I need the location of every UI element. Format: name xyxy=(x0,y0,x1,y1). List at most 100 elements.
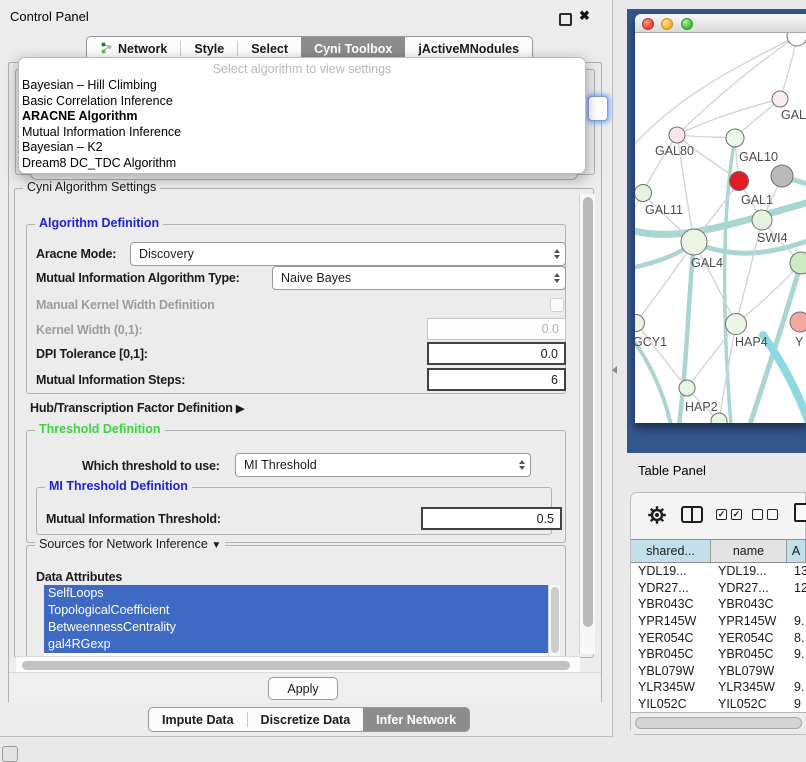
table-cell: 13 xyxy=(787,564,806,578)
hub-section-label: Hub/Transcription Factor Definition xyxy=(30,401,233,415)
document-icon[interactable] xyxy=(794,503,806,522)
node-label: HAP2 xyxy=(685,400,718,414)
network-node-hap4[interactable] xyxy=(726,314,747,335)
settings-scrollbar[interactable] xyxy=(579,194,595,654)
data-attribute-item[interactable]: TopologicalCoefficient xyxy=(44,602,548,619)
table-row[interactable]: YBL079WYBL079W xyxy=(631,663,806,680)
network-node[interactable] xyxy=(790,252,806,274)
tab-infer-network[interactable]: Infer Network xyxy=(363,708,469,731)
settings-hscrollbar[interactable] xyxy=(16,656,580,672)
network-node-y[interactable] xyxy=(790,312,806,332)
aracne-mode-value: Discovery xyxy=(139,247,194,261)
which-threshold-combo[interactable]: MI Threshold xyxy=(235,453,531,477)
divider-collapse-icon[interactable] xyxy=(612,366,617,374)
combo-arrows-icon xyxy=(554,249,565,259)
tab-impute-data[interactable]: Impute Data xyxy=(149,708,247,731)
data-attributes-list: SelfLoopsTopologicalCoefficientBetweenne… xyxy=(44,585,548,656)
table-row[interactable]: YLR345WYLR345W9. xyxy=(631,679,806,696)
close-traffic-light-icon[interactable] xyxy=(642,18,654,30)
table-hscrollbar[interactable] xyxy=(631,712,806,734)
node-label: GAL80 xyxy=(655,144,694,158)
minimize-traffic-light-icon[interactable] xyxy=(661,18,673,30)
table-cell: YPR145W xyxy=(631,614,711,628)
mi-threshold-label: Mutual Information Threshold: xyxy=(46,512,221,526)
algorithm-option-bayesian-hill-climbing[interactable]: Bayesian – Hill Climbing xyxy=(19,78,585,94)
mi-type-combo[interactable]: Naive Bayes xyxy=(272,266,566,290)
table-cell: YER054C xyxy=(711,631,787,645)
data-attribute-item[interactable]: gal4RGexp xyxy=(44,636,548,653)
network-node-gal11[interactable] xyxy=(635,185,652,202)
table-hscrollbar-thumb[interactable] xyxy=(635,717,802,729)
tab-label: Cyni Toolbox xyxy=(314,42,392,56)
table-row[interactable]: YBR043CYBR043C xyxy=(631,596,806,613)
network-node-gal[interactable] xyxy=(772,91,788,107)
apply-button[interactable]: Apply xyxy=(268,677,338,700)
table-row[interactable]: YDL19...YDL19...13 xyxy=(631,563,806,580)
column-header-shared[interactable]: shared... xyxy=(631,540,711,562)
table-row[interactable]: YDR27...YDR27...12 xyxy=(631,580,806,597)
float-window-icon[interactable] xyxy=(559,13,572,26)
split-columns-icon[interactable] xyxy=(681,506,703,523)
node-label: GAL4 xyxy=(691,256,723,270)
sources-group-title[interactable]: Sources for Network Inference ▼ xyxy=(35,537,225,551)
network-node-hap2[interactable] xyxy=(679,380,695,396)
network-node[interactable] xyxy=(787,33,806,46)
algorithm-option-dream8-dc-tdc-algorithm[interactable]: Dream8 DC_TDC Algorithm xyxy=(19,156,585,172)
table-cell: 12 xyxy=(787,581,806,595)
table-cell: YDR27... xyxy=(631,581,711,595)
node-label: GAL xyxy=(781,108,806,122)
algorithm-option-bayesian-k2[interactable]: Bayesian – K2 xyxy=(19,140,585,156)
network-node-gal10[interactable] xyxy=(726,129,744,147)
table-row[interactable]: YPR145WYPR145W9. xyxy=(631,613,806,630)
settings-scrollbar-thumb[interactable] xyxy=(583,197,593,627)
which-threshold-label: Which threshold to use: xyxy=(82,459,220,473)
table-cell: 9. xyxy=(787,614,806,628)
column-header-a[interactable]: A xyxy=(787,540,806,562)
mi-threshold-field[interactable]: 0.5 xyxy=(421,507,562,530)
table-row[interactable]: YIL052CYIL052C9 xyxy=(631,696,806,713)
network-node-swi4[interactable] xyxy=(752,210,772,230)
table-cell: YBL079W xyxy=(711,664,787,678)
table-row[interactable]: YER054CYER054C8. xyxy=(631,629,806,646)
settings-hscrollbar-thumb[interactable] xyxy=(22,661,570,670)
data-attribute-item[interactable]: BetweennessCentrality xyxy=(44,619,548,636)
network-icon xyxy=(100,42,113,55)
tab-label: Impute Data xyxy=(162,713,234,727)
kernel-width-field: 0.0 xyxy=(427,318,566,340)
column-header-name[interactable]: name xyxy=(711,540,787,562)
tab-discretize-data[interactable]: Discretize Data xyxy=(248,708,364,731)
hide-columns-icon[interactable] xyxy=(752,509,778,520)
network-canvas[interactable]: GALGAL80GAL10GAL1GAL11SWI4GAL4GCY1HAP4YH… xyxy=(635,33,806,423)
combo-arrows-icon xyxy=(519,460,530,470)
algorithm-option-mutual-information-inference[interactable]: Mutual Information Inference xyxy=(19,125,585,141)
tab-label: Style xyxy=(194,42,224,56)
network-node-gal80[interactable] xyxy=(669,127,685,143)
attr-list-scrollbar[interactable] xyxy=(548,585,560,656)
algorithm-option-basic-correlation-inference[interactable]: Basic Correlation Inference xyxy=(19,94,585,110)
mi-steps-field[interactable]: 6 xyxy=(427,368,566,391)
network-node[interactable] xyxy=(771,165,793,187)
show-checked-columns-icon[interactable]: ✓✓ xyxy=(716,509,742,520)
inference-algorithm-combo-fragment[interactable] xyxy=(588,96,608,121)
gear-icon[interactable] xyxy=(646,504,668,526)
data-attribute-item[interactable]: SelfLoops xyxy=(44,585,548,602)
collapsed-panel-icon[interactable] xyxy=(2,746,18,762)
zoom-traffic-light-icon[interactable] xyxy=(681,18,693,30)
hub-section-toggle[interactable]: Hub/Transcription Factor Definition ▶ xyxy=(30,401,244,415)
network-node-gal1[interactable] xyxy=(730,172,749,191)
data-attributes-label: Data Attributes xyxy=(36,570,122,584)
close-icon[interactable]: ✖ xyxy=(579,8,590,24)
aracne-mode-label: Aracne Mode: xyxy=(36,247,116,261)
tab-label: Network xyxy=(118,42,167,56)
network-window-titlebar[interactable] xyxy=(635,14,806,33)
dpi-tolerance-field[interactable]: 0.0 xyxy=(427,342,566,365)
aracne-mode-combo[interactable]: Discovery xyxy=(130,242,566,266)
algorithm-definition-title: Algorithm Definition xyxy=(35,216,163,230)
algorithm-dropdown-popup: Select algorithm to view settings Bayesi… xyxy=(18,57,586,174)
network-node-gcy1[interactable] xyxy=(635,315,645,332)
network-node-gal4[interactable] xyxy=(681,229,707,255)
table-row[interactable]: YBR045CYBR045C9. xyxy=(631,646,806,663)
table-cell: YBR045C xyxy=(711,647,787,661)
algorithm-option-aracne-algorithm[interactable]: ARACNE Algorithm xyxy=(19,109,585,125)
table-header-row: shared...nameA xyxy=(631,539,806,563)
